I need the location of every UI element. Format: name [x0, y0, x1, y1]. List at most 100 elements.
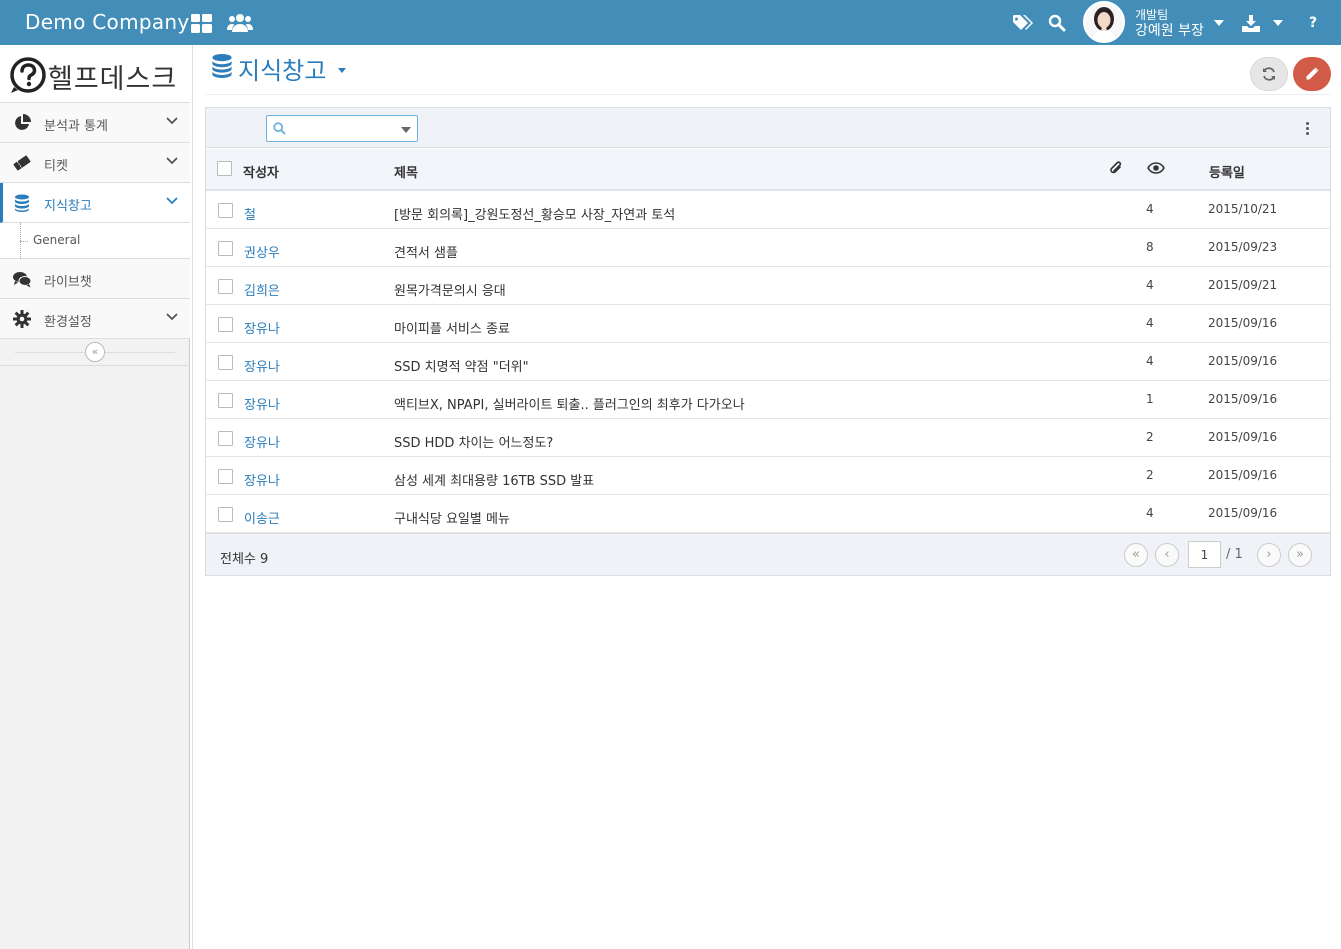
last-page-button[interactable]: » [1288, 543, 1312, 567]
database-title-icon [212, 54, 232, 78]
table-row[interactable]: 철 [방문 회의록]_강원도정선_황승모 사장_자연과 토석 4 2015/10… [206, 191, 1330, 229]
next-page-button[interactable]: › [1257, 543, 1281, 567]
sidebar-item-tickets[interactable]: 티켓 [0, 143, 190, 183]
column-header-author[interactable]: 작성자 [243, 162, 279, 181]
row-views: 2 [1146, 430, 1154, 444]
row-views: 4 [1146, 278, 1154, 292]
row-author[interactable]: 권상우 [244, 242, 280, 261]
row-views: 1 [1146, 392, 1154, 406]
column-header-title[interactable]: 제목 [394, 162, 418, 181]
user-name[interactable]: 강예원 부장 [1135, 20, 1204, 40]
download-menu-caret-icon[interactable] [1273, 20, 1283, 26]
row-title[interactable]: 마이피플 서비스 종료 [394, 318, 510, 337]
table-row[interactable]: 장유나 SSD HDD 차이는 어느정도? 2 2015/09/16 [206, 419, 1330, 457]
table-row[interactable]: 장유나 삼성 세계 최대용량 16TB SSD 발표 2 2015/09/16 [206, 457, 1330, 495]
row-author[interactable]: 장유나 [244, 432, 280, 451]
page-title[interactable]: 지식창고 [238, 51, 326, 86]
row-checkbox[interactable] [218, 355, 233, 370]
sidebar-subitem-general[interactable]: General [0, 223, 190, 259]
page-number-input[interactable] [1188, 541, 1221, 568]
row-views: 2 [1146, 468, 1154, 482]
row-checkbox[interactable] [218, 469, 233, 484]
row-author[interactable]: 장유나 [244, 470, 280, 489]
chevron-down-icon [166, 197, 178, 205]
table-row[interactable]: 장유나 마이피플 서비스 종료 4 2015/09/16 [206, 305, 1330, 343]
new-article-button[interactable] [1293, 57, 1331, 91]
sidebar-collapse-button[interactable]: « [85, 342, 105, 362]
database-icon [15, 194, 29, 212]
row-title[interactable]: SSD 치명적 약점 "더위" [394, 356, 529, 375]
table-row[interactable]: 권상우 견적서 샘플 8 2015/09/23 [206, 229, 1330, 267]
prev-page-button[interactable]: ‹ [1155, 543, 1179, 567]
column-header-date[interactable]: 등록일 [1209, 162, 1245, 181]
row-author[interactable]: 장유나 [244, 394, 280, 413]
dashboard-grid-icon[interactable] [190, 12, 212, 34]
search-icon[interactable] [1046, 12, 1068, 34]
table-row[interactable]: 장유나 액티브X, NPAPI, 실버라이트 퇴출.. 플러그인의 최후가 다가… [206, 381, 1330, 419]
page-title-caret-icon[interactable] [338, 68, 346, 73]
download-icon[interactable] [1241, 12, 1261, 34]
row-title[interactable]: 견적서 샘플 [394, 242, 458, 261]
table-toolbar [206, 108, 1330, 148]
ticket-icon [13, 155, 31, 171]
row-date: 2015/09/23 [1208, 240, 1278, 254]
table-row[interactable]: 김희은 원목가격문의시 응대 4 2015/09/21 [206, 267, 1330, 305]
row-views: 4 [1146, 354, 1154, 368]
row-author[interactable]: 이송근 [244, 508, 280, 527]
sidebar-item-livechat[interactable]: 라이브챗 [0, 259, 190, 299]
row-title[interactable]: 액티브X, NPAPI, 실버라이트 퇴출.. 플러그인의 최후가 다가오나 [394, 394, 745, 413]
row-title[interactable]: [방문 회의록]_강원도정선_황승모 사장_자연과 토석 [394, 204, 675, 223]
sidebar-item-knowledge-base[interactable]: 지식창고 [0, 183, 190, 223]
row-views: 4 [1146, 506, 1154, 520]
row-date: 2015/09/21 [1208, 278, 1278, 292]
row-date: 2015/09/16 [1208, 316, 1278, 330]
tags-icon[interactable] [1012, 12, 1034, 34]
users-icon[interactable] [227, 12, 253, 34]
row-checkbox[interactable] [218, 279, 233, 294]
search-dropdown-caret-icon[interactable] [401, 127, 411, 133]
helpdesk-logo[interactable]: 헬프데스크 [0, 45, 190, 103]
user-menu-caret-icon[interactable] [1214, 20, 1224, 26]
row-author[interactable]: 철 [244, 204, 256, 223]
row-views: 8 [1146, 240, 1154, 254]
row-date: 2015/09/16 [1208, 468, 1278, 482]
row-author[interactable]: 장유나 [244, 356, 280, 375]
search-input[interactable] [289, 119, 389, 138]
row-checkbox[interactable] [218, 241, 233, 256]
gear-icon [13, 310, 31, 328]
sidebar-edge [192, 45, 193, 949]
row-checkbox[interactable] [218, 393, 233, 408]
row-title[interactable]: SSD HDD 차이는 어느정도? [394, 432, 553, 451]
row-checkbox[interactable] [218, 317, 233, 332]
more-options-icon[interactable] [1302, 122, 1312, 138]
help-icon[interactable]: ? [1303, 12, 1323, 34]
select-all-checkbox[interactable] [217, 161, 232, 176]
row-date: 2015/09/16 [1208, 392, 1278, 406]
company-brand[interactable]: Demo Company [25, 10, 190, 34]
sidebar-item-label: 환경설정 [44, 315, 92, 330]
row-checkbox[interactable] [218, 507, 233, 522]
table-row[interactable]: 장유나 SSD 치명적 약점 "더위" 4 2015/09/16 [206, 343, 1330, 381]
row-author[interactable]: 김희은 [244, 280, 280, 299]
row-title[interactable]: 삼성 세계 최대용량 16TB SSD 발표 [394, 470, 594, 489]
row-date: 2015/09/16 [1208, 430, 1278, 444]
row-views: 4 [1146, 202, 1154, 216]
refresh-button[interactable] [1250, 57, 1288, 91]
row-views: 4 [1146, 316, 1154, 330]
row-title[interactable]: 원목가격문의시 응대 [394, 280, 506, 299]
sidebar-item-settings[interactable]: 환경설정 [0, 299, 190, 339]
sidebar-item-label: 분석과 통계 [44, 119, 108, 134]
row-author[interactable]: 장유나 [244, 318, 280, 337]
comments-icon [13, 272, 31, 288]
user-avatar[interactable] [1083, 1, 1125, 43]
table-row[interactable]: 이송근 구내식당 요일별 메뉴 4 2015/09/16 [206, 495, 1330, 533]
sidebar-item-label: 라이브챗 [44, 275, 92, 290]
sidebar-item-analytics[interactable]: 분석과 통계 [0, 103, 190, 143]
row-checkbox[interactable] [218, 203, 233, 218]
row-title[interactable]: 구내식당 요일별 메뉴 [394, 508, 510, 527]
first-page-button[interactable]: « [1124, 543, 1148, 567]
search-combo[interactable] [266, 115, 418, 142]
row-checkbox[interactable] [218, 431, 233, 446]
search-icon [273, 122, 286, 135]
logo-text: 헬프데스크 [48, 64, 178, 95]
